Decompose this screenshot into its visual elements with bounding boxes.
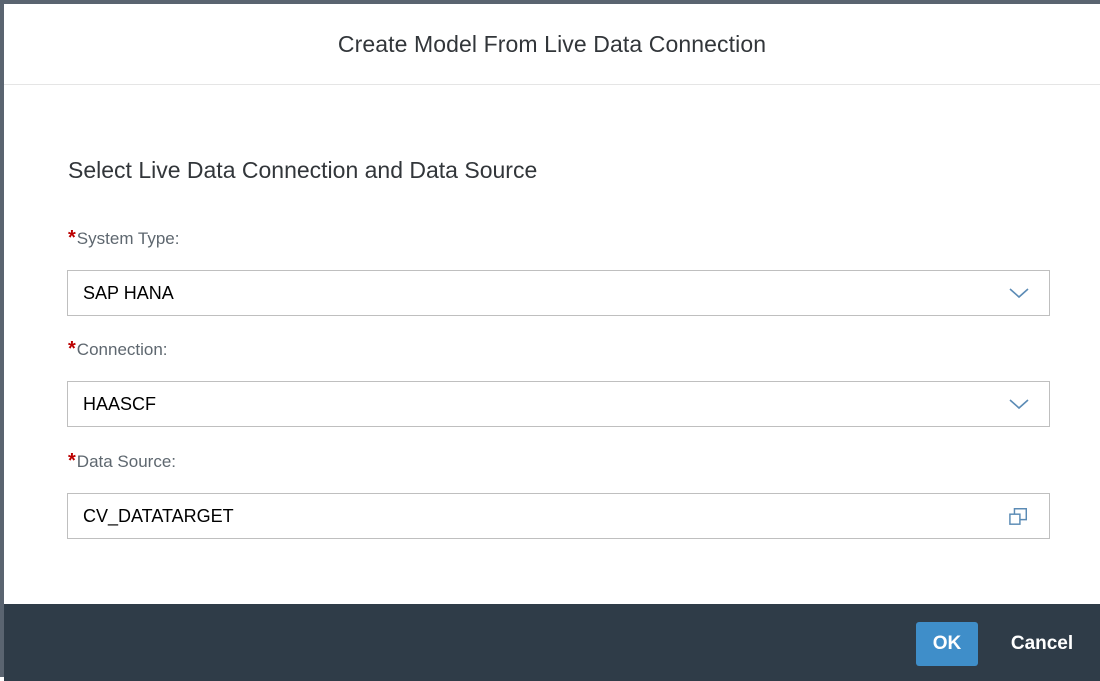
dialog-footer: OK Cancel [4,604,1100,681]
connection-value: HAASCF [83,393,157,414]
chevron-down-icon[interactable] [1005,394,1033,414]
connection-label: *Connection: [68,338,168,361]
dialog-header: Create Model From Live Data Connection [4,4,1100,85]
connection-label-text: Connection: [76,340,168,359]
data-source-label-text: Data Source: [76,452,177,471]
ok-button[interactable]: OK [916,622,978,666]
section-title: Select Live Data Connection and Data Sou… [68,157,538,183]
data-source-value: CV_DATATARGET [83,505,234,526]
dialog-content: Select Live Data Connection and Data Sou… [4,85,1100,605]
required-indicator: * [68,227,76,249]
required-indicator: * [68,338,76,360]
cancel-button[interactable]: Cancel [992,622,1092,666]
dialog-title: Create Model From Live Data Connection [337,30,767,57]
data-source-label: *Data Source: [68,450,176,473]
system-type-label: *System Type: [68,227,179,250]
create-model-dialog: Create Model From Live Data Connection S… [0,0,1100,681]
system-type-value: SAP HANA [83,282,174,303]
required-indicator: * [68,450,76,472]
system-type-label-text: System Type: [76,229,180,248]
data-source-input[interactable]: CV_DATATARGET [67,493,1050,539]
connection-select[interactable]: HAASCF [67,381,1050,427]
value-help-icon[interactable] [1005,506,1033,526]
chevron-down-icon[interactable] [1005,283,1033,303]
system-type-select[interactable]: SAP HANA [67,270,1050,316]
